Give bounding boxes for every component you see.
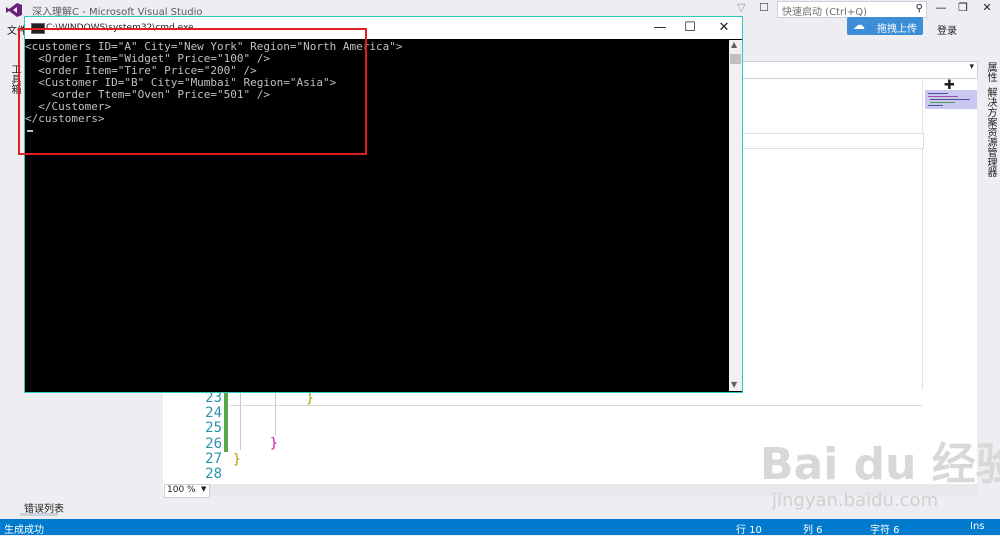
indent-guide	[275, 390, 276, 435]
change-indicator-bar	[224, 390, 228, 452]
status-bar: 生成成功 行 10 列 6 字符 6 Ins	[0, 519, 1000, 536]
chevron-down-icon: ▼	[201, 485, 207, 493]
upload-button-label: 拖拽上传	[877, 24, 917, 35]
baidu-watermark-url: jingyan.baidu.com	[772, 490, 939, 511]
zoom-value: 100 %	[167, 485, 196, 495]
build-status: 生成成功	[4, 525, 44, 536]
code-line-highlight	[741, 133, 924, 149]
tab-underline	[20, 513, 58, 516]
code-brace: }	[270, 436, 278, 451]
scroll-up-icon[interactable]: ▲	[731, 40, 737, 49]
cmd-close-button[interactable]: ✕	[709, 18, 739, 38]
feedback-icon[interactable]: ☐	[759, 1, 769, 14]
scroll-thumb[interactable]	[730, 54, 741, 64]
cloud-icon: ☁	[853, 18, 865, 32]
code-brace: }	[233, 452, 241, 467]
visual-studio-logo-icon	[6, 3, 22, 17]
restore-button[interactable]: ❐	[952, 0, 974, 16]
line-number: 27	[205, 451, 222, 467]
cmd-vertical-scrollbar[interactable]: ▲ ▼	[729, 40, 742, 391]
filter-icon[interactable]: ▽	[737, 1, 745, 14]
quick-launch-input[interactable]: 快速启动 (Ctrl+Q) ⚲	[777, 1, 927, 18]
quick-launch-placeholder: 快速启动 (Ctrl+Q)	[782, 7, 868, 18]
status-char: 字符 6	[870, 525, 900, 536]
line-number: 26	[205, 436, 222, 452]
indent-guide	[240, 390, 241, 450]
login-button[interactable]: 登录	[937, 22, 957, 37]
status-line: 行 10	[736, 525, 762, 536]
minimap-preview-icon	[928, 93, 970, 106]
properties-tab[interactable]: 属性	[983, 62, 998, 82]
search-icon[interactable]: ⚲	[916, 3, 923, 14]
status-column: 列 6	[803, 525, 823, 536]
member-dropdown[interactable]: ▾	[741, 61, 978, 79]
baidu-watermark: Bai du 经验	[760, 439, 1000, 490]
status-insert-mode: Ins	[970, 521, 985, 532]
cmd-maximize-button[interactable]: ☐	[675, 18, 705, 38]
editor-separator	[230, 405, 922, 406]
close-button[interactable]: ✕	[976, 0, 998, 16]
annotation-highlight-box	[18, 28, 367, 155]
minimize-button[interactable]: —	[930, 0, 952, 16]
line-number: 28	[205, 466, 222, 482]
scrollbar-minimap[interactable]	[925, 90, 977, 109]
code-brace: }	[306, 391, 314, 406]
chevron-down-icon: ▾	[969, 62, 974, 72]
line-number: 24	[205, 405, 222, 421]
cmd-minimize-button[interactable]: —	[645, 18, 675, 38]
upload-button[interactable]: ☁ 拖拽上传	[847, 17, 923, 35]
solution-explorer-tab[interactable]: 解决方案资源管理器	[983, 87, 998, 177]
scroll-down-icon[interactable]: ▼	[731, 380, 737, 389]
zoom-dropdown[interactable]: 100 % ▼	[164, 484, 210, 498]
line-number: 25	[205, 420, 222, 436]
